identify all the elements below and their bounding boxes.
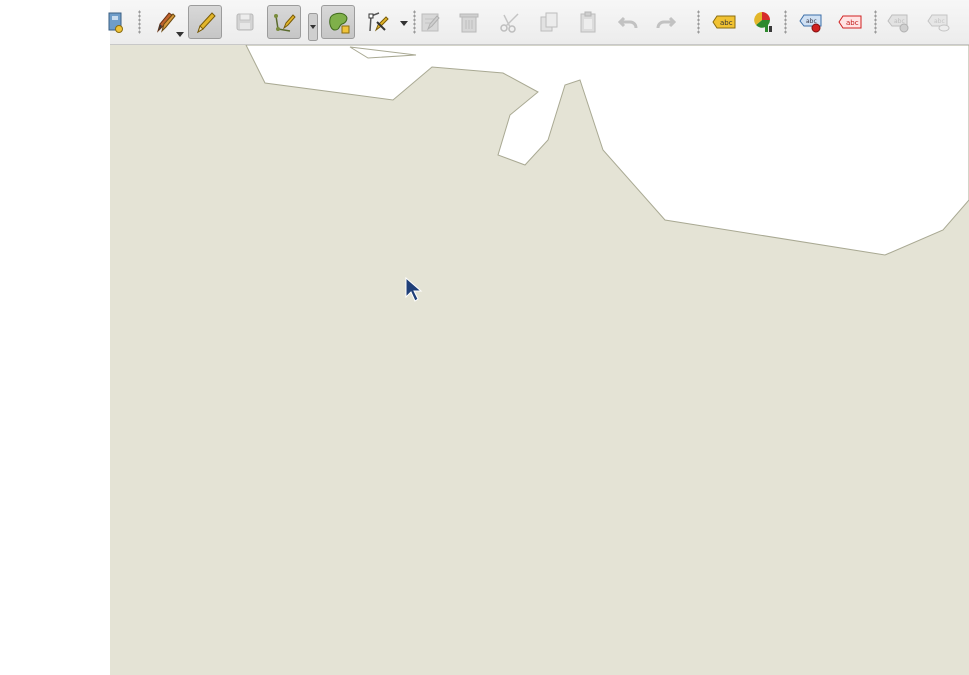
save-edits-button[interactable] [228, 5, 262, 39]
highlight-labels-text: abc [846, 19, 859, 27]
diagram-button[interactable] [747, 5, 781, 39]
digitizing-toolbar: abc abc abc abc abc [108, 0, 969, 45]
qgis-window: abc abc abc abc abc [108, 0, 969, 675]
copy-features-icon [540, 12, 558, 32]
vertex-tool-dropdown-icon[interactable] [400, 19, 408, 27]
water-polygon [245, 45, 969, 256]
undo-button[interactable] [611, 5, 645, 39]
show-hide-labels-text: abc [934, 18, 945, 25]
toolbar-separator [697, 10, 700, 34]
show-hide-labels-icon: abc [927, 14, 950, 32]
toggle-editing-button[interactable] [188, 5, 222, 39]
toggle-editing-icon [197, 12, 216, 34]
delete-selected-button[interactable] [452, 5, 486, 39]
copy-features-button[interactable] [532, 5, 566, 39]
digitize-feature-button[interactable] [267, 5, 301, 39]
digitize-dropdown-icon[interactable] [308, 13, 318, 41]
move-label-icon: abc [887, 14, 909, 33]
undo-icon [617, 16, 638, 29]
highlight-labels-button[interactable]: abc [833, 5, 867, 39]
current-edits-icon [156, 12, 176, 33]
paste-features-icon [580, 11, 596, 33]
modify-attributes-button[interactable] [413, 5, 447, 39]
toolbar-separator [138, 10, 141, 34]
outside-area [0, 0, 110, 675]
delete-selected-icon [459, 13, 479, 33]
label-layer-icon: abc [712, 15, 736, 29]
redo-icon [656, 16, 677, 29]
save-edits-icon [236, 13, 254, 31]
layer-settings-button[interactable] [98, 5, 132, 39]
vertex-tool-button[interactable] [362, 5, 396, 39]
pin-labels-icon: abc [799, 14, 822, 33]
vertex-tool-icon [368, 12, 389, 32]
cut-features-icon [500, 13, 519, 33]
highlight-labels-icon: abc [838, 15, 862, 29]
pin-labels-button[interactable]: abc [794, 5, 828, 39]
move-label-button[interactable]: abc [882, 5, 916, 39]
toolbar-separator [784, 10, 787, 34]
toolbar-separator [874, 10, 877, 34]
redo-button[interactable] [649, 5, 683, 39]
add-polygon-icon [329, 12, 350, 34]
current-edits-dropdown-icon[interactable] [176, 30, 184, 38]
mouse-cursor-icon [405, 277, 423, 302]
paste-features-button[interactable] [571, 5, 605, 39]
cut-features-button[interactable] [493, 5, 527, 39]
label-layer-text: abc [720, 19, 733, 27]
label-layer-button[interactable]: abc [707, 5, 741, 39]
show-hide-labels-button[interactable]: abc [922, 5, 956, 39]
add-polygon-button[interactable] [321, 5, 355, 39]
diagram-icon [754, 12, 772, 32]
map-canvas[interactable] [110, 45, 969, 675]
layer-settings-icon [108, 12, 123, 33]
digitize-feature-icon [274, 14, 296, 32]
modify-attributes-icon [421, 13, 440, 32]
